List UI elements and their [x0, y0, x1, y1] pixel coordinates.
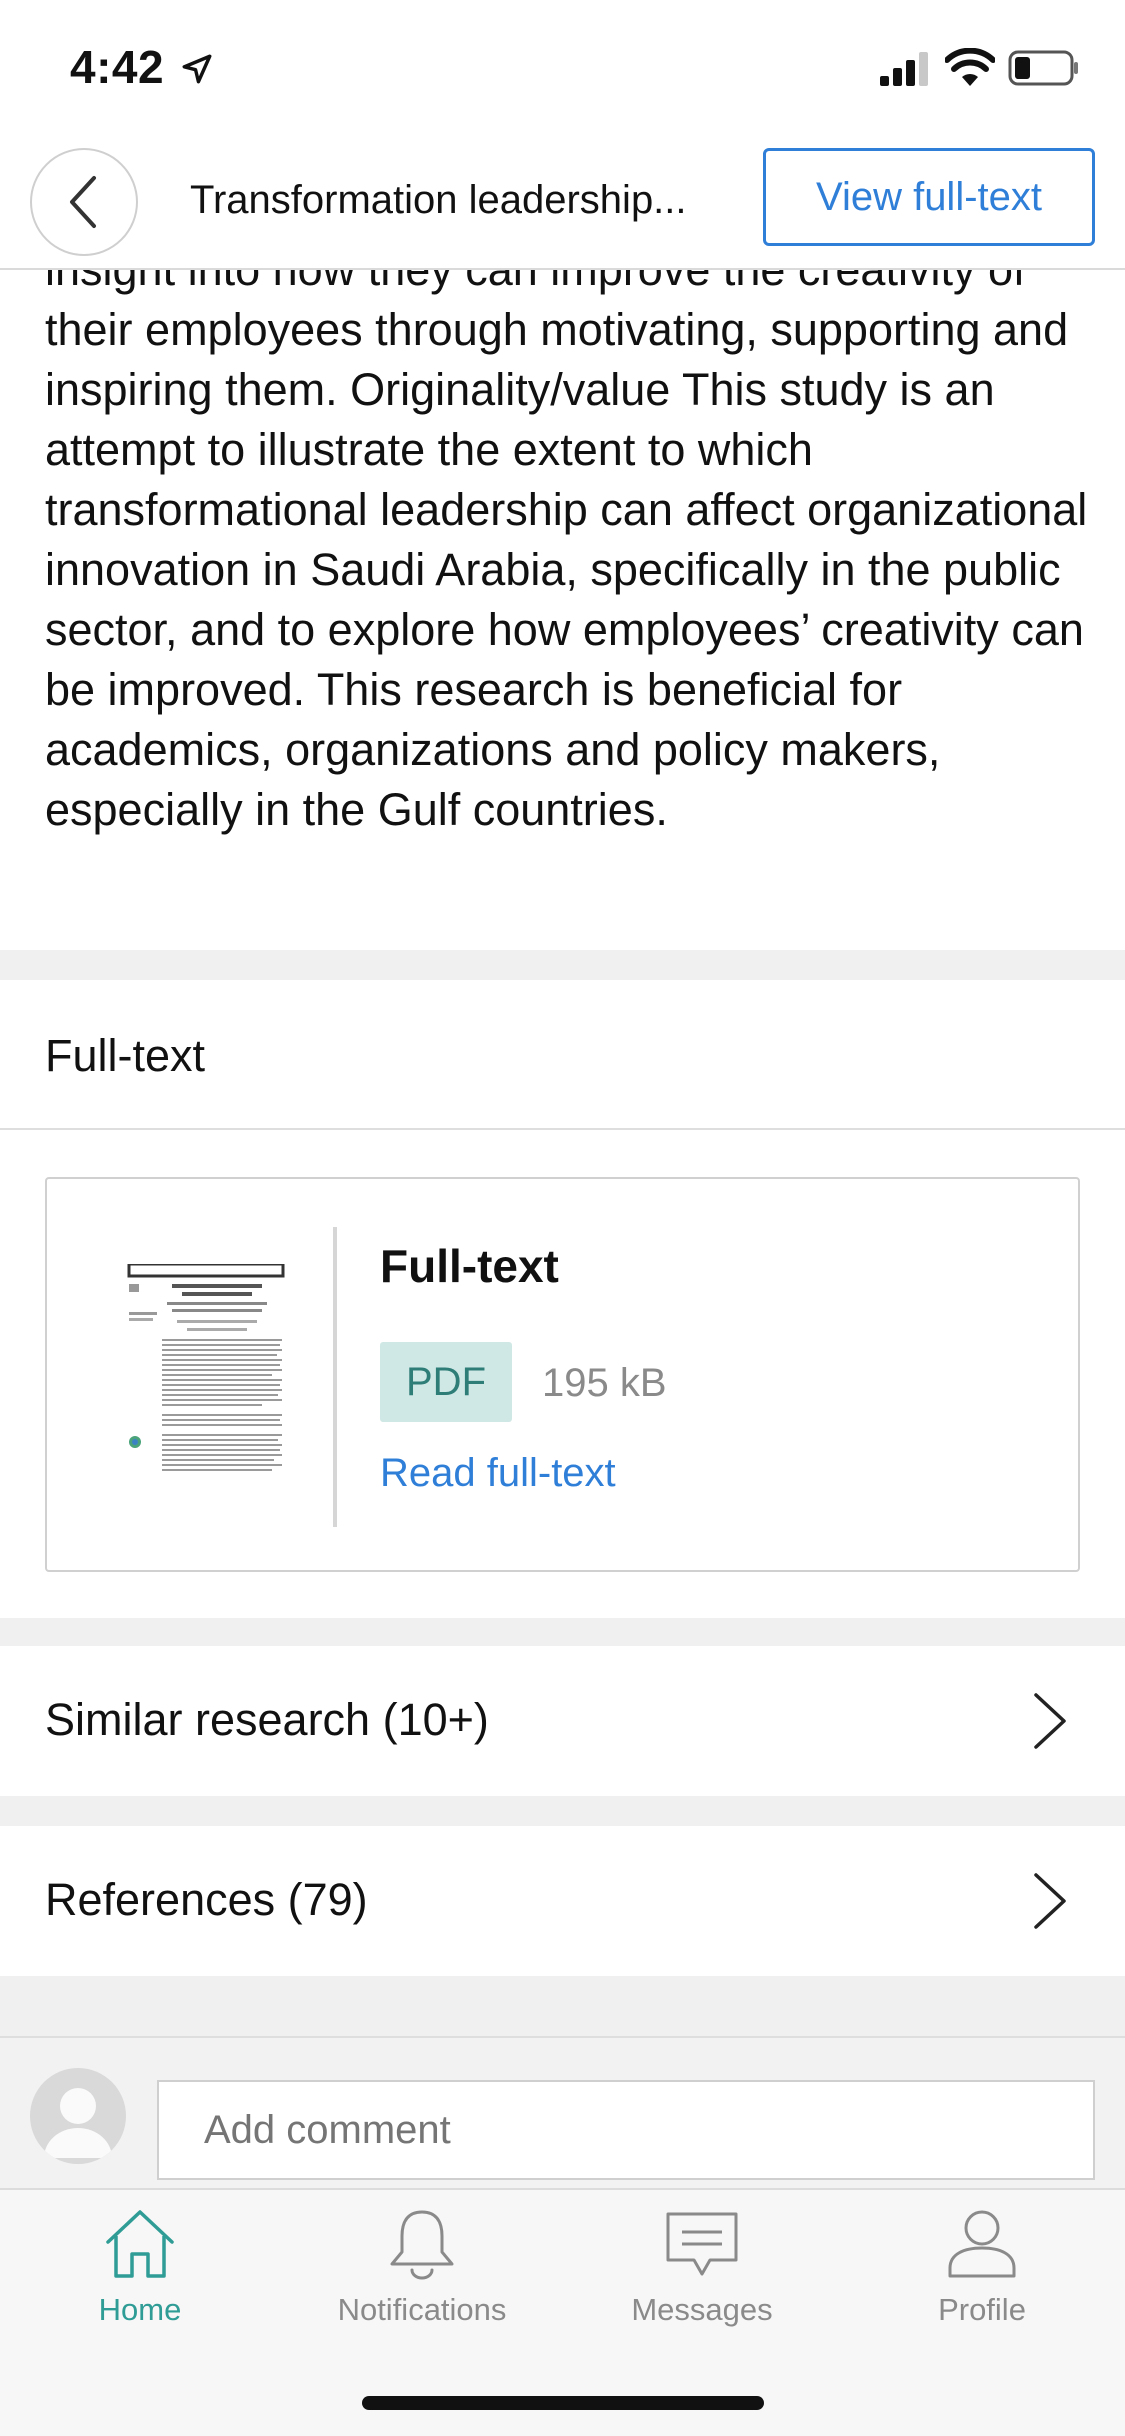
user-avatar-icon	[44, 2088, 112, 2158]
cellular-signal-icon	[880, 52, 928, 86]
abstract-clip: insight into how they can improve the cr…	[0, 270, 1125, 950]
wifi-icon	[945, 48, 995, 86]
home-icon	[106, 2210, 174, 2278]
section-separator	[0, 950, 1125, 980]
section-separator	[0, 1618, 1125, 1646]
card-divider	[333, 1227, 337, 1527]
pdf-badge: PDF	[380, 1342, 512, 1422]
tab-messages-label: Messages	[631, 2292, 773, 2327]
card-title: Full-text	[380, 1240, 559, 1292]
similar-research-row[interactable]: Similar research (10+)	[0, 1646, 1120, 1796]
fulltext-card[interactable]: Full-text PDF 195 kB Read full-text	[45, 1177, 1080, 1572]
profile-icon	[948, 2210, 1016, 2278]
comment-bar	[0, 2036, 1125, 2188]
section-separator	[0, 1796, 1125, 1826]
page-title: Transformation leadership...	[190, 178, 687, 222]
chevron-left-icon	[70, 176, 96, 228]
file-size: 195 kB	[542, 1361, 667, 1405]
read-full-text-link[interactable]: Read full-text	[380, 1451, 616, 1496]
bell-icon	[390, 2210, 454, 2280]
tab-messages[interactable]: Messages	[582, 2208, 822, 2358]
top-header: Transformation leadership... View full-t…	[0, 140, 1125, 270]
avatar	[30, 2068, 126, 2164]
status-bar: 4:42	[0, 0, 1125, 140]
tab-home[interactable]: Home	[20, 2208, 260, 2358]
tab-notifications[interactable]: Notifications	[302, 2208, 542, 2358]
section-separator	[0, 1976, 1125, 2036]
battery-icon	[1008, 50, 1078, 86]
back-button[interactable]	[30, 148, 138, 256]
tab-profile[interactable]: Profile	[862, 2208, 1102, 2358]
home-indicator	[362, 2396, 764, 2410]
chevron-right-icon	[1034, 1693, 1066, 1749]
location-arrow-icon	[182, 54, 212, 84]
references-row[interactable]: References (79)	[0, 1826, 1120, 1976]
status-time: 4:42	[70, 41, 165, 93]
pdf-thumbnail	[127, 1264, 287, 1479]
tab-notifications-label: Notifications	[337, 2292, 507, 2327]
abstract-text: insight into how they can improve the cr…	[45, 270, 1088, 835]
chevron-right-icon	[1034, 1873, 1066, 1929]
references-label: References (79)	[45, 1874, 368, 1925]
message-icon	[666, 2212, 738, 2276]
view-full-text-button[interactable]: View full-text	[763, 148, 1095, 246]
comment-input[interactable]	[157, 2080, 1095, 2180]
tab-profile-label: Profile	[938, 2292, 1026, 2327]
similar-research-label: Similar research (10+)	[45, 1694, 489, 1745]
tab-home-label: Home	[98, 2292, 182, 2327]
divider	[0, 1128, 1125, 1130]
fulltext-heading: Full-text	[45, 1030, 206, 1081]
